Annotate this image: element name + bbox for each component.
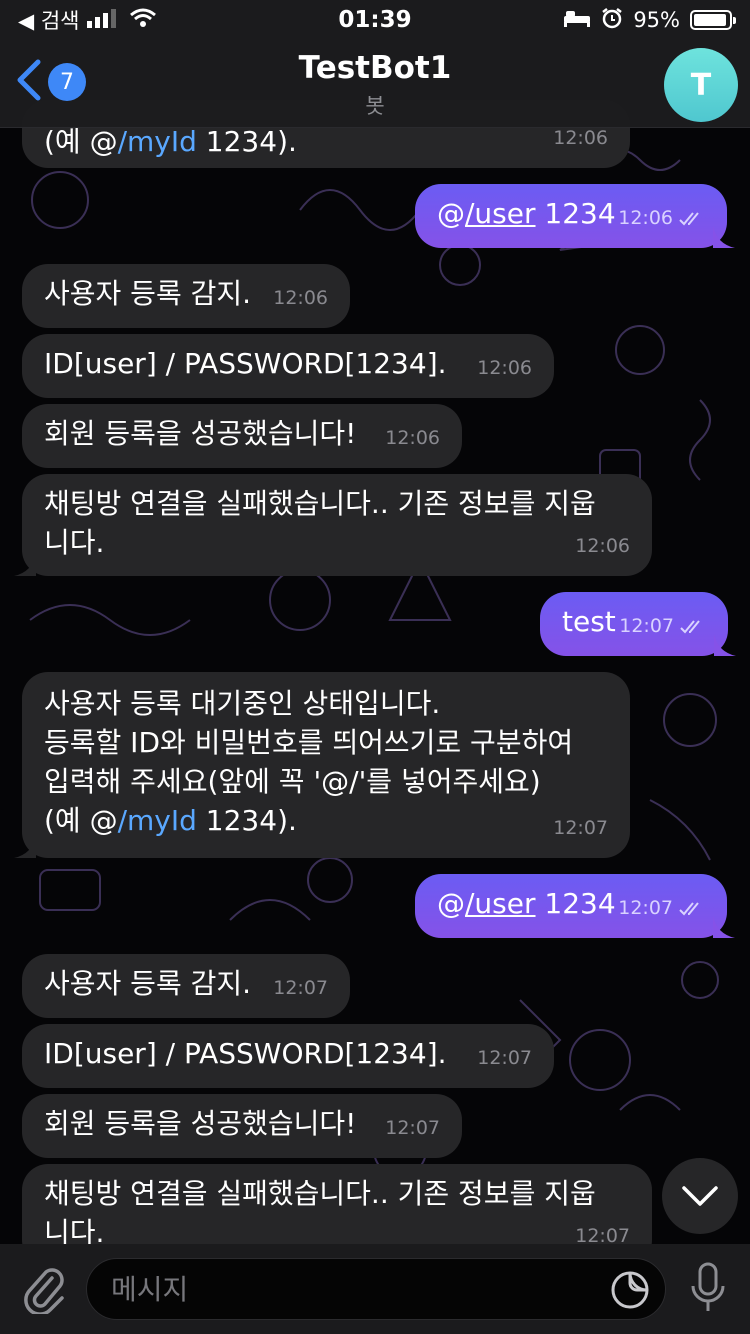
message-text-line: (예 @/myId 1234).	[44, 804, 297, 837]
message-text: 회원 등록을 성공했습니다!	[44, 1107, 357, 1140]
message-time: 12:07	[385, 1117, 440, 1139]
status-left: ◀ 검색	[18, 5, 157, 35]
message-time: 12:07	[273, 977, 328, 999]
message-field[interactable]	[86, 1258, 666, 1320]
paperclip-icon	[24, 1268, 64, 1316]
bubble-tail	[14, 554, 36, 576]
message-text-line: 등록할 ID와 비밀번호를 띄어쓰기로 구분하여	[44, 726, 574, 759]
message-incoming[interactable]: 사용자 등록 감지. 12:07	[22, 954, 350, 1018]
bubble-tail	[713, 226, 735, 248]
message-incoming[interactable]: 회원 등록을 성공했습니다! 12:07	[22, 1094, 462, 1158]
chat-subtitle: 봇	[365, 94, 385, 118]
status-right: 95%	[563, 7, 736, 34]
message-text: 사용자 등록 감지.	[44, 967, 252, 1000]
message-text: 사용자 등록 감지.	[44, 277, 252, 310]
alarm-icon	[601, 7, 623, 34]
message-incoming[interactable]: 회원 등록을 성공했습니다! 12:06	[22, 404, 462, 468]
microphone-icon	[691, 1262, 725, 1311]
message-time: 12:06	[477, 357, 532, 379]
message-time: 12:06	[575, 535, 630, 557]
message-text-line: 채팅방 연결을 실패했습니다.. 기존 정보를 지웁	[44, 487, 596, 520]
message-link[interactable]: /myId	[118, 804, 197, 837]
message-text: test	[562, 605, 616, 638]
message-time: 12:06	[618, 199, 705, 238]
message-text-line: 입력해 주세요(앞에 꼭 '@/'를 넣어주세요)	[44, 765, 541, 798]
message-time: 12:06	[273, 287, 328, 309]
bubble-tail	[14, 836, 36, 858]
message-incoming[interactable]: 사용자 등록 대기중인 상태입니다. 등록할 ID와 비밀번호를 띄어쓰기로 구…	[14, 672, 630, 858]
wifi-icon	[129, 8, 157, 33]
message-outgoing[interactable]: @/user 1234 12:07	[415, 874, 735, 938]
message-text: ID[user] / PASSWORD[1234].	[44, 347, 447, 380]
message-text: 회원 등록을 성공했습니다!	[44, 417, 357, 450]
signal-icon	[87, 8, 121, 33]
bed-icon	[563, 8, 591, 32]
message-time: 12:06	[385, 427, 440, 449]
message-incoming[interactable]: ID[user] / PASSWORD[1234]. 12:07	[22, 1024, 554, 1088]
message-time: 12:07	[619, 607, 706, 646]
message-input[interactable]	[111, 1269, 591, 1309]
bubble-tail	[713, 916, 735, 938]
avatar[interactable]: T	[664, 48, 738, 122]
message-incoming[interactable]: 채팅방 연결을 실패했습니다.. 기존 정보를 지웁 니다. 12:06	[14, 474, 652, 576]
chevron-down-icon	[682, 1186, 718, 1206]
microphone-button[interactable]	[690, 1262, 726, 1318]
chat-header: 7 TestBot1 봇 T	[0, 40, 750, 128]
input-bar	[0, 1244, 750, 1334]
double-check-icon	[680, 619, 700, 633]
message-text: @/user 1234	[437, 887, 616, 920]
double-check-icon	[679, 901, 699, 915]
message-time: 12:07	[618, 889, 705, 928]
message-time: 12:07	[477, 1047, 532, 1069]
message-text: (예 @/myId 1234).	[44, 125, 297, 158]
chat-title[interactable]: TestBot1	[0, 50, 750, 86]
message-text: ID[user] / PASSWORD[1234].	[44, 1037, 447, 1070]
message-text: @/user 1234	[437, 197, 616, 230]
message-link[interactable]: /myId	[118, 125, 197, 158]
message-text-line: 니다.	[44, 526, 105, 559]
message-outgoing[interactable]: @/user 1234 12:06	[415, 184, 735, 248]
attach-button[interactable]	[22, 1264, 66, 1318]
message-outgoing[interactable]: test 12:07	[540, 592, 736, 656]
message-mention[interactable]: /user	[465, 197, 536, 230]
message-time: 12:07	[553, 817, 608, 839]
message-text-line: 채팅방 연결을 실패했습니다.. 기존 정보를 지웁	[44, 1177, 596, 1210]
message-text-line: 사용자 등록 대기중인 상태입니다.	[44, 687, 441, 720]
double-check-icon	[679, 211, 699, 225]
sticker-icon	[611, 1271, 649, 1309]
sticker-button[interactable]	[609, 1269, 651, 1315]
message-mention[interactable]: /user	[465, 887, 536, 920]
battery-percent: 95%	[633, 8, 680, 32]
status-bar: ◀ 검색 01:39 95%	[0, 0, 750, 40]
message-incoming[interactable]: 사용자 등록 감지. 12:06	[22, 264, 350, 328]
bubble-tail	[714, 634, 736, 656]
back-to-app-link[interactable]: ◀ 검색	[18, 5, 79, 35]
scroll-to-bottom-button[interactable]	[662, 1158, 738, 1234]
message-incoming[interactable]: ID[user] / PASSWORD[1234]. 12:06	[22, 334, 554, 398]
battery-icon	[690, 10, 736, 30]
